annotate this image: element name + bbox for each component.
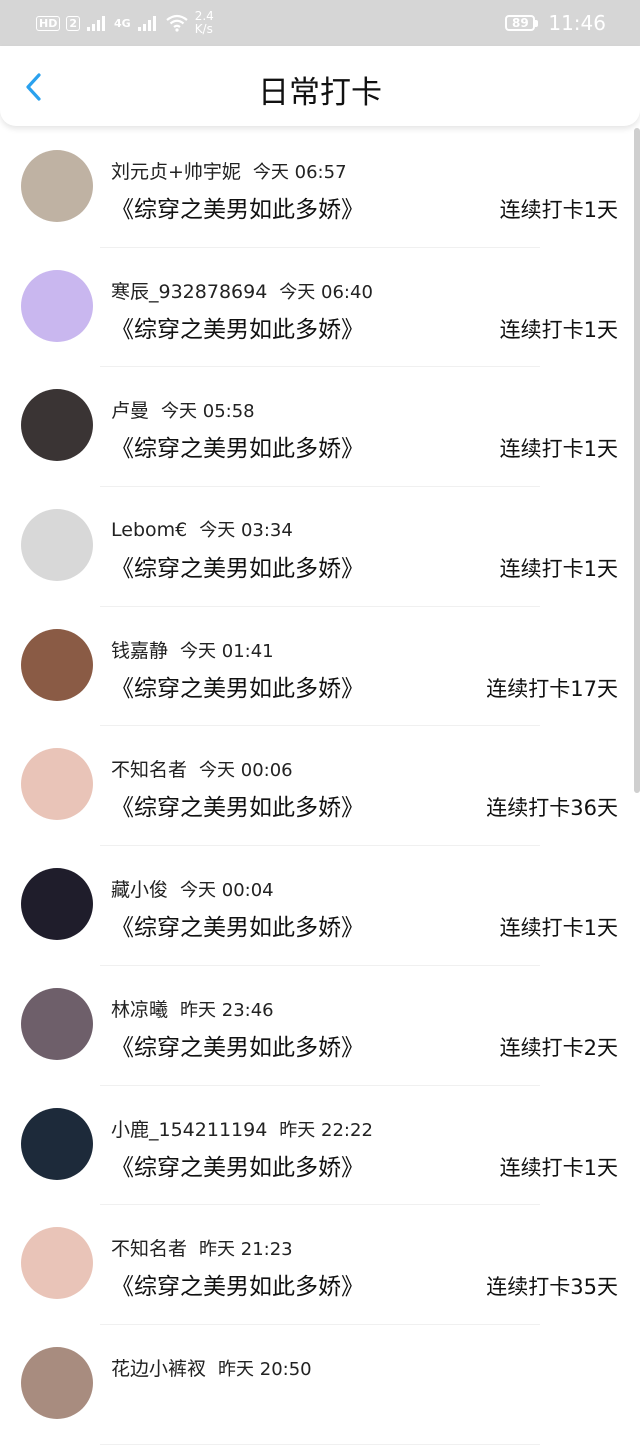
- signal-icon-2: [137, 14, 159, 32]
- user-name[interactable]: 不知名者: [111, 1238, 187, 1260]
- list-item[interactable]: 寒辰_932878694 今天 06:40 《综穿之美男如此多娇》 连续打卡1天: [0, 248, 640, 368]
- list-item[interactable]: 卢曼 今天 05:58 《综穿之美男如此多娇》 连续打卡1天: [0, 367, 640, 488]
- entry-meta: 刘元贞+帅宇妮 今天 06:57: [111, 157, 347, 184]
- checkin-time: 昨天 23:46: [180, 999, 274, 1021]
- book-title[interactable]: 《综穿之美男如此多娇》: [111, 190, 364, 224]
- network-speed: 2.4 K/s: [195, 10, 214, 36]
- list-item[interactable]: 藏小俊 今天 00:04 《综穿之美男如此多娇》 连续打卡1天: [0, 846, 640, 966]
- user-name[interactable]: 花边小裤衩: [111, 1358, 206, 1380]
- book-title[interactable]: 《综穿之美男如此多娇》: [111, 669, 364, 703]
- avatar[interactable]: [21, 868, 93, 941]
- book-title[interactable]: 《综穿之美男如此多娇》: [111, 1267, 364, 1301]
- list-item[interactable]: 不知名者 今天 00:06 《综穿之美男如此多娇》 连续打卡36天: [0, 726, 640, 847]
- streak-label: 连续打卡1天: [499, 1155, 618, 1180]
- user-name[interactable]: 寒辰_932878694: [111, 281, 267, 303]
- avatar[interactable]: [21, 509, 93, 582]
- status-bar-left: HD 2 4G 2.4 K/s: [36, 10, 214, 36]
- user-name[interactable]: 藏小俊: [111, 879, 168, 901]
- streak-label: 连续打卡2天: [499, 1035, 618, 1060]
- entry-meta: Lebom€ 今天 03:34: [111, 516, 293, 542]
- user-name[interactable]: 林凉曦: [111, 999, 168, 1021]
- book-title[interactable]: 《综穿之美男如此多娇》: [111, 908, 364, 942]
- scrollbar[interactable]: [634, 128, 640, 793]
- user-name[interactable]: 钱嘉静: [111, 640, 168, 662]
- checkin-time: 今天 05:58: [161, 401, 255, 423]
- hd-badge: HD: [36, 15, 61, 31]
- avatar[interactable]: [21, 1227, 93, 1300]
- avatar[interactable]: [21, 150, 93, 222]
- checkin-time: 今天 06:40: [279, 281, 373, 303]
- streak-label: 连续打卡36天: [486, 796, 618, 821]
- wifi-icon: [165, 14, 189, 32]
- avatar[interactable]: [21, 748, 93, 821]
- list-item[interactable]: 钱嘉静 今天 01:41 《综穿之美男如此多娇》 连续打卡17天: [0, 607, 640, 727]
- list-item[interactable]: 不知名者 昨天 21:23 《综穿之美男如此多娇》 连续打卡35天: [0, 1205, 640, 1325]
- checkin-time: 今天 01:41: [180, 640, 274, 662]
- streak-label: 连续打卡1天: [499, 198, 618, 222]
- speed-unit: K/s: [194, 22, 213, 36]
- user-name[interactable]: 刘元贞+帅宇妮: [111, 161, 241, 183]
- streak-label: 连续打卡1天: [499, 437, 618, 462]
- battery-level: 89: [505, 15, 536, 31]
- checkin-time: 今天 06:57: [252, 162, 347, 183]
- signal-icon: [86, 14, 108, 32]
- checkin-time: 昨天 20:50: [218, 1358, 312, 1380]
- checkin-time: 今天 03:34: [199, 520, 293, 542]
- avatar[interactable]: [21, 1346, 93, 1419]
- battery-icon: 89: [505, 15, 539, 31]
- checkin-list: 刘元贞+帅宇妮 今天 06:57 《综穿之美男如此多娇》 连续打卡1天 寒辰_93287…: [0, 128, 640, 1445]
- avatar[interactable]: [21, 628, 93, 701]
- entry-meta: 寒辰_932878694 今天 06:40: [111, 277, 373, 304]
- user-name[interactable]: 小鹿_154211194: [111, 1119, 267, 1141]
- list-item[interactable]: 花边小裤衩 昨天 20:50: [0, 1325, 640, 1445]
- entry-meta: 花边小裤衩 昨天 20:50: [111, 1354, 312, 1381]
- book-title[interactable]: 《综穿之美男如此多娇》: [111, 429, 364, 463]
- list-item[interactable]: 小鹿_154211194 昨天 22:22 《综穿之美男如此多娇》 连续打卡1天: [0, 1086, 640, 1206]
- avatar[interactable]: [21, 987, 93, 1060]
- streak-label: 连续打卡35天: [486, 1275, 618, 1300]
- streak-label: 连续打卡1天: [499, 317, 618, 342]
- entry-meta: 钱嘉静 今天 01:41: [111, 636, 274, 663]
- book-title[interactable]: 《综穿之美男如此多娇》: [111, 788, 364, 822]
- status-bar-right: 89 11:46: [505, 10, 606, 36]
- book-title[interactable]: 《综穿之美男如此多娇》: [111, 549, 364, 583]
- status-time: 11:46: [548, 11, 606, 35]
- book-title[interactable]: 《综穿之美男如此多娇》: [111, 1028, 364, 1062]
- user-name[interactable]: 卢曼: [111, 400, 149, 422]
- checkin-time: 今天 00:06: [199, 760, 293, 782]
- page-title: 日常打卡: [258, 75, 382, 111]
- sim-badge: 2: [66, 15, 80, 31]
- streak-label: 连续打卡1天: [499, 557, 618, 582]
- streak-label: 连续打卡1天: [499, 916, 618, 941]
- book-title[interactable]: 《综穿之美男如此多娇》: [111, 1148, 364, 1182]
- user-name[interactable]: 不知名者: [111, 759, 187, 781]
- network-label: 4G: [114, 16, 131, 30]
- book-title[interactable]: 《综穿之美男如此多娇》: [111, 310, 364, 344]
- entry-meta: 林凉曦 昨天 23:46: [111, 995, 274, 1022]
- entry-meta: 卢曼 今天 05:58: [111, 396, 255, 423]
- avatar[interactable]: [21, 1107, 93, 1180]
- divider: [100, 1443, 540, 1445]
- entry-meta: 不知名者 今天 00:06: [111, 755, 293, 782]
- checkin-time: 今天 00:04: [180, 880, 274, 902]
- page-header: 日常打卡: [0, 46, 640, 126]
- checkin-time: 昨天 22:22: [279, 1119, 373, 1141]
- list-item[interactable]: 林凉曦 昨天 23:46 《综穿之美男如此多娇》 连续打卡2天: [0, 966, 640, 1086]
- user-name[interactable]: Lebom€: [111, 519, 187, 541]
- status-bar: HD 2 4G 2.4 K/s 89 11:46: [0, 0, 640, 46]
- entry-meta: 小鹿_154211194 昨天 22:22: [111, 1115, 373, 1142]
- avatar[interactable]: [21, 389, 93, 462]
- streak-label: 连续打卡17天: [486, 676, 618, 701]
- entry-meta: 藏小俊 今天 00:04: [111, 875, 274, 902]
- avatar[interactable]: [21, 269, 93, 342]
- entry-meta: 不知名者 昨天 21:23: [111, 1234, 293, 1261]
- checkin-time: 昨天 21:23: [199, 1239, 293, 1261]
- list-item[interactable]: 刘元贞+帅宇妮 今天 06:57 《综穿之美男如此多娇》 连续打卡1天: [0, 128, 640, 248]
- list-item[interactable]: Lebom€ 今天 03:34 《综穿之美男如此多娇》 连续打卡1天: [0, 487, 640, 607]
